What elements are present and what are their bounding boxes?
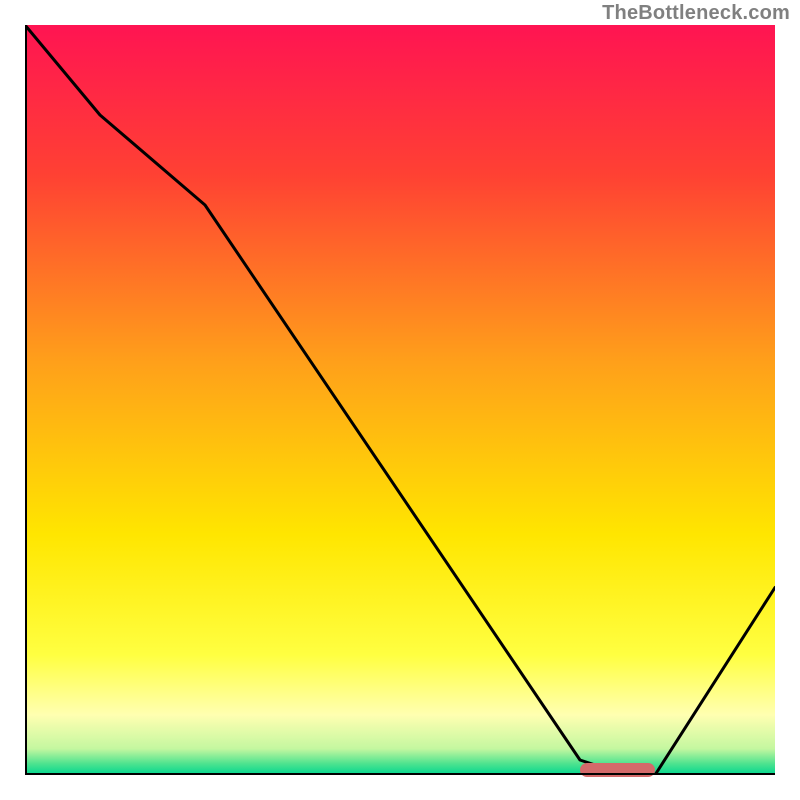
optimal-range-marker [580,763,655,777]
plot-area [25,25,775,775]
bottleneck-curve [25,25,775,775]
watermark-text: TheBottleneck.com [602,2,790,25]
curve-layer [25,25,775,775]
chart-container: TheBottleneck.com [0,0,800,800]
